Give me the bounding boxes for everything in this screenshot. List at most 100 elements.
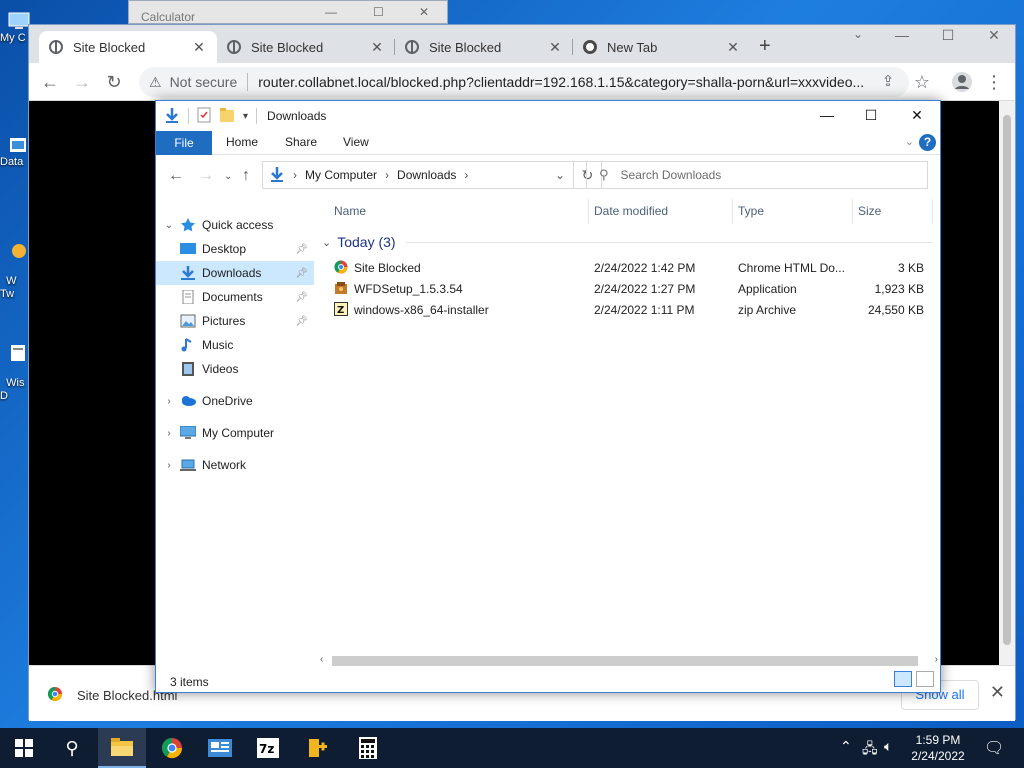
calculator-window[interactable]: Calculator — ☐ ✕: [128, 0, 448, 24]
back-icon[interactable]: ←: [168, 167, 184, 185]
profile-avatar-icon[interactable]: [951, 71, 973, 93]
help-button[interactable]: ?: [919, 134, 936, 151]
expand-ribbon-icon[interactable]: ⌄: [905, 135, 914, 148]
search-input[interactable]: ⚲ Search Downloads: [586, 161, 928, 189]
taskbar-chrome[interactable]: [148, 728, 196, 768]
file-row[interactable]: WFDSetup_1.5.3.54 2/24/2022 1:27 PM Appl…: [332, 278, 932, 299]
url-text[interactable]: router.collabnet.local/blocked.php?clien…: [258, 74, 864, 90]
forward-icon[interactable]: →: [71, 71, 93, 93]
forward-icon[interactable]: →: [198, 167, 214, 185]
new-folder-icon[interactable]: [219, 107, 235, 126]
close-icon[interactable]: ✕: [990, 682, 1005, 703]
tab-close-icon[interactable]: ✕: [547, 39, 563, 56]
maximize-icon[interactable]: ☐: [373, 5, 384, 19]
minimize-icon[interactable]: —: [804, 107, 850, 123]
properties-icon[interactable]: [197, 107, 211, 126]
taskbar-notepad-plus[interactable]: [294, 728, 342, 768]
horizontal-scrollbar[interactable]: ‹ ›: [318, 653, 940, 669]
chevron-right-icon[interactable]: ›: [162, 460, 176, 471]
minimize-icon[interactable]: —: [325, 5, 337, 19]
nav-my-computer[interactable]: › My Computer: [156, 421, 314, 445]
tab-new-tab[interactable]: New Tab ✕: [573, 31, 751, 63]
column-separator[interactable]: [932, 199, 933, 223]
share-icon[interactable]: ⇪: [877, 71, 899, 93]
chevron-right-icon[interactable]: ›: [162, 396, 176, 407]
new-tab-button[interactable]: +: [759, 35, 771, 58]
minimize-icon[interactable]: —: [879, 27, 925, 49]
pin-icon[interactable]: 📌︎: [295, 316, 308, 327]
taskbar-calculator[interactable]: [344, 728, 392, 768]
desktop-icon-my-computer[interactable]: My C: [0, 12, 30, 44]
back-icon[interactable]: ←: [39, 71, 61, 93]
address-bar[interactable]: ⚠ Not secure router.collabnet.local/bloc…: [139, 67, 909, 97]
download-icon[interactable]: [164, 107, 180, 126]
maximize-icon[interactable]: ☐: [925, 27, 971, 49]
file-row[interactable]: Site Blocked 2/24/2022 1:42 PM Chrome HT…: [332, 257, 932, 278]
tab-site-blocked-2[interactable]: Site Blocked ✕: [217, 31, 395, 63]
scroll-left-icon[interactable]: ‹: [320, 654, 323, 665]
breadcrumb-separator-icon[interactable]: ›: [293, 168, 297, 182]
start-button[interactable]: [0, 728, 48, 768]
column-separator[interactable]: [852, 199, 853, 223]
kebab-menu-icon[interactable]: ⋮: [983, 71, 1005, 93]
chevron-right-icon[interactable]: ›: [162, 428, 176, 439]
nav-network[interactable]: › Network: [156, 453, 314, 477]
column-separator[interactable]: [588, 199, 589, 223]
bookmark-star-icon[interactable]: ☆: [911, 71, 933, 93]
pin-icon[interactable]: 📌︎: [295, 292, 308, 303]
clock[interactable]: 1:59 PM 2/24/2022: [900, 732, 976, 764]
file-row[interactable]: Z windows-x86_64-installer 2/24/2022 1:1…: [332, 299, 932, 320]
column-header-size[interactable]: Size: [858, 204, 881, 218]
chevron-up-icon[interactable]: ⌃: [840, 738, 852, 755]
tab-site-blocked-3[interactable]: Site Blocked ✕: [395, 31, 573, 63]
volume-icon[interactable]: 🔈︎: [884, 738, 892, 755]
customize-dropdown-icon[interactable]: ▾: [243, 111, 248, 122]
group-header[interactable]: ⌄ Today (3): [322, 231, 932, 253]
tab-view[interactable]: View: [343, 135, 369, 149]
desktop-icon-wis[interactable]: Wis D: [0, 318, 30, 403]
close-icon[interactable]: ✕: [971, 27, 1017, 49]
nav-item-music[interactable]: Music: [156, 333, 314, 357]
tab-share[interactable]: Share: [285, 135, 317, 149]
nav-item-desktop[interactable]: Desktop 📌︎: [156, 237, 314, 261]
taskbar-file-explorer[interactable]: [98, 728, 146, 768]
column-separator[interactable]: [732, 199, 733, 223]
column-header-name[interactable]: Name: [334, 204, 366, 218]
nav-onedrive[interactable]: › OneDrive: [156, 389, 314, 413]
up-icon[interactable]: ↑: [242, 167, 250, 185]
tab-search-icon[interactable]: ⌄: [835, 27, 881, 49]
tab-site-blocked-1[interactable]: Site Blocked ✕: [39, 31, 217, 63]
breadcrumb-separator-icon[interactable]: ›: [464, 168, 468, 182]
scrollbar-thumb[interactable]: [1003, 115, 1011, 645]
network-icon[interactable]: 🖧︎: [862, 738, 878, 762]
maximize-icon[interactable]: ☐: [848, 107, 894, 124]
tab-close-icon[interactable]: ✕: [191, 39, 207, 56]
close-icon[interactable]: ✕: [894, 107, 940, 124]
search-button[interactable]: ⚲: [48, 728, 96, 768]
tab-close-icon[interactable]: ✕: [725, 39, 741, 56]
chevron-down-icon[interactable]: ⌄: [162, 220, 176, 231]
chevron-down-icon[interactable]: ⌄: [555, 168, 565, 182]
chevron-down-icon[interactable]: ⌄: [322, 236, 331, 249]
breadcrumb-downloads[interactable]: Downloads: [397, 168, 456, 182]
nav-item-documents[interactable]: Documents 📌︎: [156, 285, 314, 309]
nav-item-videos[interactable]: Videos: [156, 357, 314, 381]
taskbar-network-app[interactable]: [196, 728, 244, 768]
desktop-icon-data[interactable]: Data: [0, 136, 30, 168]
breadcrumb-bar[interactable]: › My Computer › Downloads › ⌄: [262, 161, 574, 189]
scroll-right-icon[interactable]: ›: [935, 654, 938, 665]
nav-quick-access[interactable]: ⌄ Quick access: [156, 213, 314, 237]
recent-locations-icon[interactable]: ⌄: [224, 171, 232, 182]
reload-icon[interactable]: ↻: [103, 71, 125, 93]
tab-home[interactable]: Home: [226, 135, 258, 149]
desktop-icon-tw[interactable]: W Tw: [0, 216, 30, 301]
tab-file[interactable]: File: [156, 131, 212, 155]
vertical-scrollbar[interactable]: [999, 101, 1015, 665]
close-icon[interactable]: ✕: [419, 5, 429, 19]
column-header-type[interactable]: Type: [738, 204, 764, 218]
scrollbar-thumb[interactable]: [332, 656, 918, 666]
tab-close-icon[interactable]: ✕: [369, 39, 385, 56]
breadcrumb-separator-icon[interactable]: ›: [385, 168, 389, 182]
column-header-date[interactable]: Date modified: [594, 204, 668, 218]
large-icons-view-icon[interactable]: [916, 671, 934, 687]
